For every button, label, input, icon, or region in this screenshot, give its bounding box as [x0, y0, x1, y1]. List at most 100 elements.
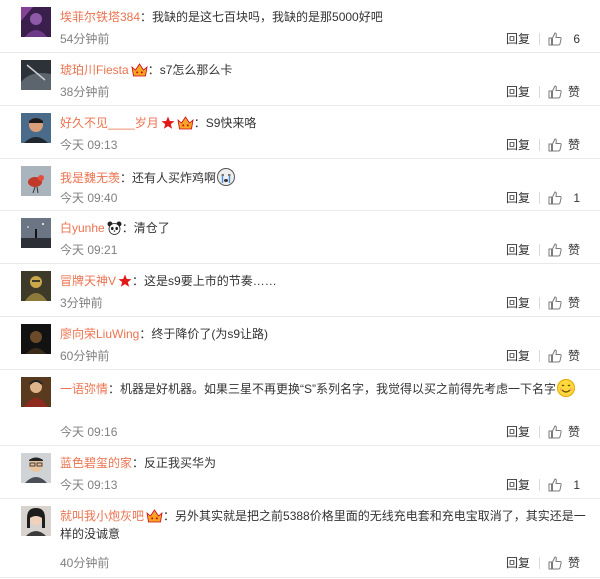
avatar[interactable] — [21, 453, 51, 483]
username-link[interactable]: 一语弥情 — [60, 382, 108, 396]
comment-time: 今天 09:13 — [60, 138, 118, 152]
like-button[interactable]: 赞 — [548, 348, 588, 364]
username-link[interactable]: 好久不见____岁月 — [60, 116, 159, 130]
avatar[interactable] — [21, 166, 51, 196]
avatar[interactable] — [21, 60, 51, 90]
comment-item: 一语弥情：机器是好机器。如果三星不再更换“S”系列名字，我觉得以买之前得先考虑一… — [0, 370, 600, 446]
reply-button[interactable]: 回复 — [506, 424, 530, 440]
avatar[interactable] — [21, 113, 51, 143]
username-link[interactable]: 就叫我小炮灰吧 — [60, 509, 144, 523]
like-label: 赞 — [567, 556, 580, 570]
like-button[interactable]: 赞 — [548, 242, 588, 258]
comment-text: ：S9快来咯 — [193, 116, 257, 130]
comment-text: ：机器是好机器。如果三星不再更换“S”系列名字，我觉得以买之前得先考虑一下名字 — [108, 382, 557, 396]
red-star-icon — [161, 116, 175, 129]
avatar[interactable] — [21, 377, 51, 407]
comment-item: 冒牌天神V ：这是s9要上市的节奏…… 3分钟前 回复 赞 — [0, 264, 600, 317]
comment-time: 60分钟前 — [60, 349, 110, 363]
action-divider — [539, 479, 540, 491]
like-count: 1 — [573, 478, 580, 492]
reply-button[interactable]: 回复 — [506, 555, 530, 571]
avatar[interactable] — [21, 271, 51, 301]
username-link[interactable]: 廖向荣LiuWing — [60, 327, 139, 341]
avatar[interactable] — [21, 506, 51, 536]
avatar[interactable] — [21, 7, 51, 37]
reply-button[interactable]: 回复 — [506, 31, 530, 47]
thumbs-up-icon — [548, 191, 562, 205]
smile-emoji-icon — [557, 379, 576, 397]
thumbs-up-icon — [548, 243, 562, 257]
comment-time: 38分钟前 — [60, 85, 110, 99]
thumbs-up-icon — [548, 349, 562, 363]
like-button[interactable]: 赞 — [548, 555, 588, 571]
avatar[interactable] — [21, 324, 51, 354]
panda-icon — [107, 221, 122, 235]
like-label: 赞 — [567, 243, 580, 257]
comment-time: 3分钟前 — [60, 296, 103, 310]
action-divider — [539, 297, 540, 309]
comment-item: 我是魏无羡：还有人买炸鸡啊 今天 09:40 回复 1 — [0, 159, 600, 211]
username-link[interactable]: 蓝色碧玺的家 — [60, 456, 132, 470]
vip-crown-icon — [177, 116, 194, 130]
crying-face-icon — [217, 168, 236, 186]
action-divider — [539, 33, 540, 45]
reply-button[interactable]: 回复 — [506, 242, 530, 258]
username-link[interactable]: 白yunhe — [60, 221, 105, 235]
thumbs-up-icon — [548, 296, 562, 310]
action-divider — [539, 426, 540, 438]
reply-button[interactable]: 回复 — [506, 137, 530, 153]
comment-item: 琥珀川Fiesta ：s7怎么那么卡 38分钟前 回复 赞 — [0, 53, 600, 106]
like-button[interactable]: 赞 — [548, 137, 588, 153]
comment-text: ：反正我买华为 — [132, 456, 217, 470]
like-button[interactable]: 1 — [548, 190, 588, 206]
comment-time: 今天 09:13 — [60, 478, 118, 492]
thumbs-up-icon — [548, 478, 562, 492]
comment-item: 就叫我小炮灰吧 ：另外其实就是把之前5388价格里面的无线充电套和充电宝取消了，其… — [0, 499, 600, 578]
reply-button[interactable]: 回复 — [506, 295, 530, 311]
like-label: 赞 — [567, 138, 580, 152]
action-divider — [539, 192, 540, 204]
thumbs-up-icon — [548, 85, 562, 99]
vip-crown-icon — [146, 509, 163, 523]
like-button[interactable]: 赞 — [548, 84, 588, 100]
reply-button[interactable]: 回复 — [506, 348, 530, 364]
comment-time: 今天 09:16 — [60, 425, 118, 439]
comment-item: 廖向荣LiuWing：终于降价了(为s9让路) 60分钟前 回复 赞 — [0, 317, 600, 370]
thumbs-up-icon — [548, 425, 562, 439]
thumbs-up-icon — [548, 556, 562, 570]
action-divider — [539, 557, 540, 569]
avatar[interactable] — [21, 218, 51, 248]
reply-button[interactable]: 回复 — [506, 84, 530, 100]
comment-list: 埃菲尔铁塔384：我缺的是这七百块吗，我缺的是那5000好吧 54分钟前 回复 … — [0, 0, 600, 579]
username-link[interactable]: 我是魏无羡 — [60, 171, 120, 185]
username-link[interactable]: 琥珀川Fiesta — [60, 63, 129, 77]
reply-button[interactable]: 回复 — [506, 190, 530, 206]
comment-text: ：我缺的是这七百块吗，我缺的是那5000好吧 — [140, 10, 383, 24]
action-divider — [539, 139, 540, 151]
like-count: 6 — [573, 32, 580, 46]
thumbs-up-icon — [548, 32, 562, 46]
action-divider — [539, 86, 540, 98]
comment-time: 今天 09:40 — [60, 191, 118, 205]
like-button[interactable]: 赞 — [548, 295, 588, 311]
comment-time: 54分钟前 — [60, 32, 110, 46]
like-label: 赞 — [567, 85, 580, 99]
username-link[interactable]: 埃菲尔铁塔384 — [60, 10, 140, 24]
comment-text: ：这是s9要上市的节奏…… — [132, 274, 277, 288]
comment-item: 埃菲尔铁塔384：我缺的是这七百块吗，我缺的是那5000好吧 54分钟前 回复 … — [0, 0, 600, 53]
like-button[interactable]: 6 — [548, 31, 588, 47]
reply-button[interactable]: 回复 — [506, 477, 530, 493]
like-button[interactable]: 1 — [548, 477, 588, 493]
comment-item: 白yunhe ：清仓了 今天 09:21 回复 赞 — [0, 211, 600, 264]
like-button[interactable]: 赞 — [548, 424, 588, 440]
red-star-icon — [118, 274, 132, 287]
comment-text: ：终于降价了(为s9让路) — [139, 327, 269, 341]
action-divider — [539, 244, 540, 256]
like-label: 赞 — [567, 425, 580, 439]
like-count: 1 — [573, 191, 580, 205]
like-label: 赞 — [567, 296, 580, 310]
comment-text: ：s7怎么那么卡 — [147, 63, 233, 77]
like-label: 赞 — [567, 349, 580, 363]
username-link[interactable]: 冒牌天神V — [60, 274, 116, 288]
comment-time: 40分钟前 — [60, 556, 110, 570]
